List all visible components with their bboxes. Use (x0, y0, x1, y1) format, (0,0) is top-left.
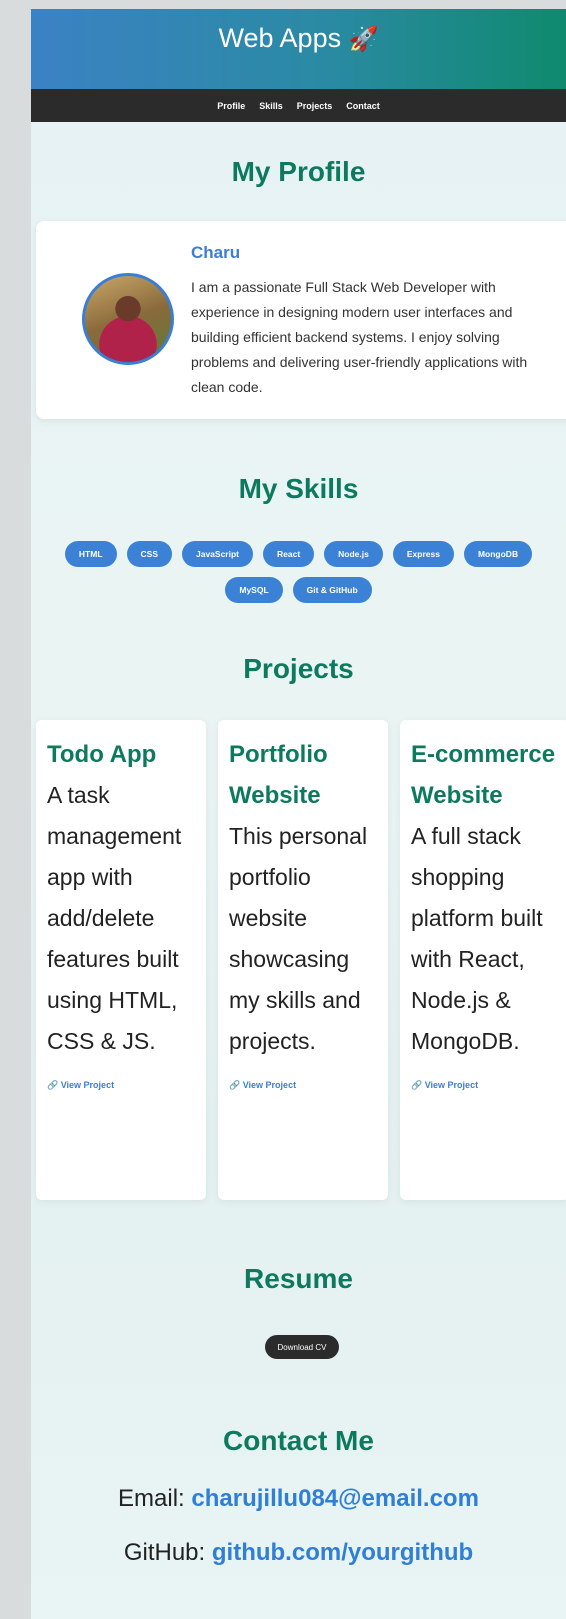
project-description: A full stack shopping platform built wit… (411, 823, 543, 1054)
download-cv-button[interactable]: Download CV (265, 1335, 339, 1359)
site-header: Web Apps 🚀 (31, 9, 566, 89)
page: Web Apps 🚀 Profile Skills Projects Conta… (31, 9, 566, 1619)
resume-heading: Resume (244, 1263, 353, 1294)
view-project-link[interactable]: 🔗 View Project (411, 1080, 559, 1091)
skill-pill: Node.js (324, 541, 383, 567)
site-title: Web Apps (218, 23, 342, 53)
skill-pill: MongoDB (463, 541, 533, 567)
project-card: Portfolio Website This personal portfoli… (218, 720, 388, 1200)
project-card: E-commerce Website A full stack shopping… (400, 720, 566, 1200)
skill-pill: JavaScript (182, 541, 253, 567)
email-link[interactable]: charujillu084@email.com (191, 1485, 479, 1512)
profile-bio: I am a passionate Full Stack Web Develop… (191, 279, 528, 395)
profile-name: Charu (191, 243, 241, 262)
view-project-link[interactable]: 🔗 View Project (229, 1080, 377, 1091)
rocket-icon: 🚀 (348, 26, 379, 53)
github-label: GitHub: (123, 1539, 206, 1566)
nav-item-projects[interactable]: Projects (297, 101, 333, 111)
view-project-link[interactable]: 🔗 View Project (47, 1080, 195, 1091)
profile-heading: My Profile (231, 156, 366, 187)
contact-heading: Contact Me (223, 1425, 374, 1456)
skill-pill: Express (392, 541, 454, 567)
nav-bar: Profile Skills Projects Contact (31, 89, 566, 122)
avatar (82, 273, 174, 365)
nav-item-profile[interactable]: Profile (217, 101, 245, 111)
project-title: E-commerce Website (411, 741, 556, 809)
github-link[interactable]: github.com/yourgithub (212, 1539, 473, 1566)
nav-item-skills[interactable]: Skills (259, 101, 283, 111)
profile-card: Charu I am a passionate Full Stack Web D… (36, 221, 566, 419)
skills-heading: My Skills (238, 473, 359, 504)
skill-pill: Git & GitHub (292, 577, 372, 603)
project-description: This personal portfolio website showcasi… (229, 823, 368, 1054)
skill-pill: HTML (64, 541, 117, 567)
project-title: Portfolio Website (229, 741, 328, 809)
skills-list: HTML CSS JavaScript React Node.js Expres… (31, 541, 566, 603)
project-title: Todo App (47, 741, 157, 768)
project-card: Todo App A task management app with add/… (36, 720, 206, 1200)
projects-heading: Projects (243, 653, 354, 684)
skill-pill: CSS (126, 541, 172, 567)
contact-github-row: GitHub: github.com/yourgithub (31, 1539, 566, 1567)
skill-pill: React (263, 541, 315, 567)
project-description: A task management app with add/delete fe… (47, 782, 182, 1054)
skill-pill: MySQL (225, 577, 283, 603)
nav-item-contact[interactable]: Contact (346, 101, 380, 111)
email-label: Email: (118, 1485, 185, 1512)
contact-email-row: Email: charujillu084@email.com (31, 1485, 566, 1513)
projects-list: Todo App A task management app with add/… (36, 720, 566, 1200)
